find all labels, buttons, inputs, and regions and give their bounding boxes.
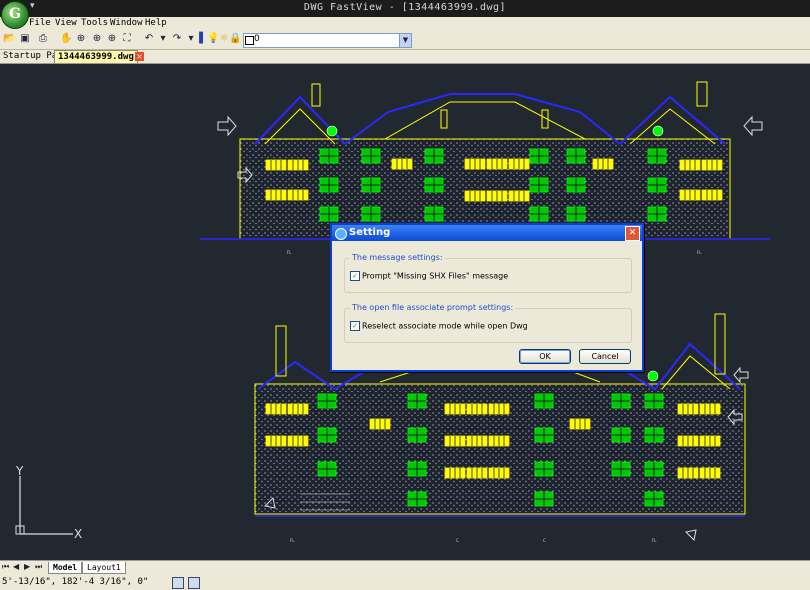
lower-grid-label-2: C [543, 538, 546, 543]
status-bar: 5'-13/16", 182'-4 3/16", 0" [0, 575, 810, 590]
save-icon[interactable]: ▣ [19, 33, 31, 45]
app-logo-icon[interactable]: G [1, 1, 29, 29]
layer-value: 0 [254, 34, 260, 44]
open-icon[interactable]: 📂 [3, 33, 15, 45]
setting-dialog: Setting ✕ The message settings: ✓ Prompt … [330, 223, 644, 372]
coordinates-readout: 5'-13/16", 182'-4 3/16", 0" [2, 577, 149, 587]
zoom-extents-icon[interactable]: ⛶ [121, 33, 133, 45]
layer-color-swatch [245, 36, 254, 45]
menu-window[interactable]: Window [110, 18, 143, 28]
tab-drawing[interactable]: 1344463999.dwg [54, 50, 138, 63]
print-icon[interactable]: ⎙ [37, 33, 49, 45]
next-layout-icon[interactable]: ▶ [24, 562, 30, 571]
ucs-x-label: X [74, 527, 82, 541]
title-bar: DWG FastView - [1344463999.dwg] [0, 0, 810, 17]
message-settings-group: The message settings: ✓ Prompt "Missing S… [344, 253, 632, 293]
redo-icon[interactable]: ↷ [171, 33, 183, 45]
window-title: DWG FastView - [1344463999.dwg] [303, 2, 507, 13]
lower-level-label-right: FL [652, 538, 657, 543]
pan-icon[interactable]: ✋ [60, 33, 72, 45]
grid-icon[interactable] [188, 577, 200, 589]
upper-elevation [200, 81, 770, 240]
ok-button[interactable]: OK [519, 349, 571, 364]
first-layout-icon[interactable]: ⏮ [2, 562, 9, 572]
zoom-realtime-icon[interactable]: ⊕ [75, 33, 87, 45]
layer-select[interactable]: 0 ▼ [243, 33, 412, 48]
menu-view[interactable]: View [55, 18, 77, 28]
cancel-button[interactable]: Cancel [579, 349, 631, 364]
menu-help[interactable]: Help [145, 18, 167, 28]
upper-level-label-right: FL [697, 250, 702, 255]
ucs-axis-icon: Y X [15, 464, 82, 541]
layout-tab-bar: ⏮ ◀ ▶ ⏭ Model Layout1 [0, 560, 810, 575]
prev-layout-icon[interactable]: ◀ [13, 562, 19, 571]
prompt-missing-shx-option[interactable]: ✓ Prompt "Missing SHX Files" message [350, 271, 508, 281]
lower-grid-label-1: C [456, 538, 459, 543]
reselect-associate-label: Reselect associate mode while open Dwg [362, 321, 528, 331]
snap-icon[interactable] [172, 577, 184, 589]
menu-bar: File View Tools Window Help [0, 17, 810, 32]
lower-level-label-left: FL [290, 538, 295, 543]
message-settings-title: The message settings: [350, 253, 445, 262]
prompt-missing-shx-checkbox[interactable]: ✓ [350, 271, 360, 281]
prompt-missing-shx-label: Prompt "Missing SHX Files" message [362, 271, 509, 281]
menu-tools[interactable]: Tools [81, 18, 108, 28]
tab-model[interactable]: Model [48, 562, 83, 574]
undo-dropdown-icon[interactable]: ▾ [157, 33, 169, 45]
menu-file[interactable]: File [29, 18, 51, 28]
quick-access-dropdown-icon[interactable]: ▾ [30, 1, 35, 11]
undo-icon[interactable]: ↶ [143, 33, 155, 45]
tab-layout1[interactable]: Layout1 [82, 562, 126, 574]
reselect-associate-checkbox[interactable]: ✓ [350, 321, 360, 331]
settings-icon [335, 228, 347, 240]
associate-prompt-title: The open file associate prompt settings: [350, 303, 516, 312]
ucs-y-label: Y [15, 464, 24, 478]
layer-dropdown-icon[interactable]: ▼ [399, 34, 411, 47]
zoom-window-icon[interactable]: ⊕ [91, 33, 103, 45]
close-tab-icon[interactable]: × [135, 52, 144, 61]
reselect-associate-option[interactable]: ✓ Reselect associate mode while open Dwg [350, 321, 528, 331]
last-layout-icon[interactable]: ⏭ [35, 562, 42, 572]
dialog-close-button[interactable]: ✕ [625, 226, 640, 241]
associate-prompt-group: The open file associate prompt settings:… [344, 303, 632, 343]
layer-lock-icon[interactable]: 🔒 [229, 33, 241, 45]
document-tabs: Startup Page 1344463999.dwg [0, 50, 810, 64]
zoom-previous-icon[interactable]: ⊕ [106, 33, 118, 45]
dialog-title-bar[interactable]: Setting ✕ [332, 225, 642, 241]
upper-level-label-left: FL [287, 250, 292, 255]
dialog-title: Setting [349, 227, 391, 238]
redo-dropdown-icon[interactable]: ▾ [185, 33, 197, 45]
